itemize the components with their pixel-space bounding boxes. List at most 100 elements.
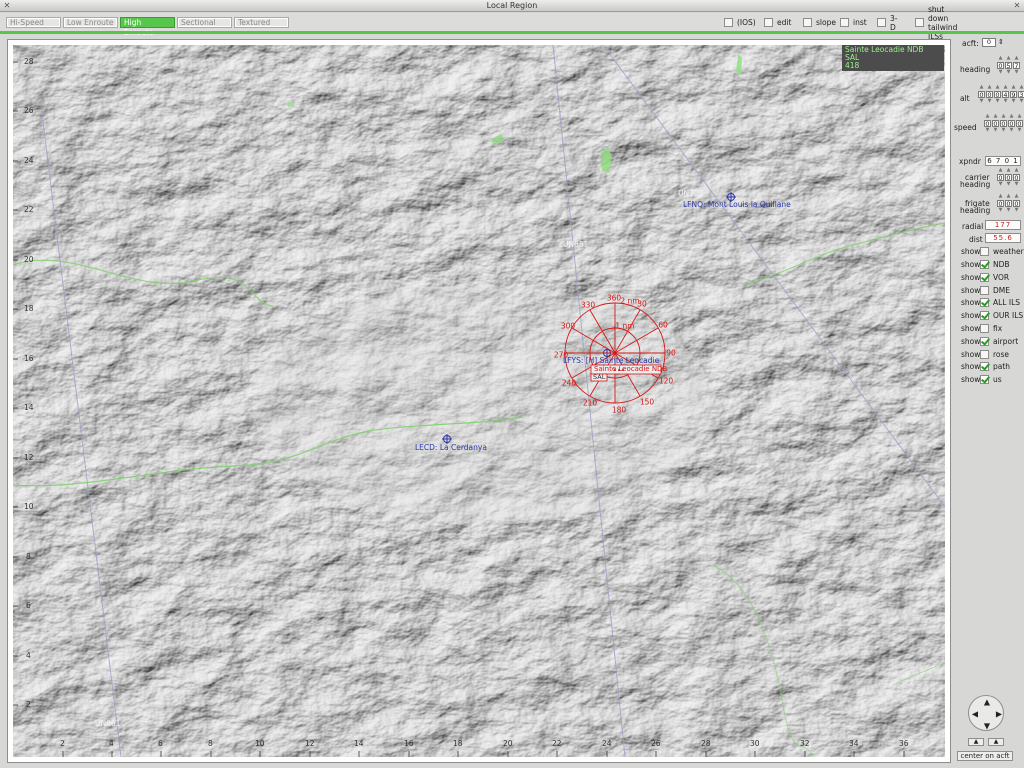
down-icon[interactable]: ▼ — [978, 99, 985, 104]
down-icon[interactable]: ▼ — [986, 99, 993, 104]
checkbox[interactable] — [915, 18, 924, 27]
down-icon[interactable]: ▼ — [1016, 128, 1023, 133]
xpndr-field[interactable]: 6 7 0 1 — [985, 156, 1021, 166]
close-icon-right[interactable]: ✕ — [1013, 2, 1021, 10]
down-icon[interactable]: ▼ — [1010, 99, 1017, 104]
show-path[interactable]: show path — [961, 361, 1010, 371]
up-icon[interactable]: ▲ — [1010, 85, 1017, 90]
checkbox-checked[interactable] — [980, 272, 989, 282]
show-weather[interactable]: show weather — [961, 246, 1024, 256]
show-vor[interactable]: show VOR — [961, 272, 1009, 282]
down-icon[interactable]: ▼ — [997, 70, 1004, 75]
pan-control[interactable]: ▲ ▼ ◀ ▶ — [968, 695, 1004, 731]
tab-sectional[interactable]: Sectional — [177, 17, 232, 28]
airport-label-lfys[interactable]: LFYS: [H] Sainte Leocadie — [563, 356, 659, 365]
up-icon[interactable]: ▲ — [1008, 114, 1015, 119]
acft-selector[interactable]: 0 — [982, 38, 996, 47]
toggle-inst[interactable]: inst — [840, 17, 867, 28]
checkbox-checked[interactable] — [980, 374, 989, 384]
up-icon[interactable]: ▲ — [1002, 85, 1009, 90]
up-icon[interactable]: ▲ — [1005, 56, 1012, 61]
airport-label-lfnq[interactable]: LFNQ: Mont Louis la Quillane — [683, 200, 791, 209]
up-icon[interactable]: ▲ — [997, 194, 1004, 199]
speed-stepper[interactable]: ▲ ▲ ▲ ▲ ▲ 0 0 0 0 0 ▼ ▼ ▼ ▼ ▼ — [984, 114, 1023, 133]
down-icon[interactable]: ▼ — [1000, 128, 1007, 133]
airport-label-lecd[interactable]: LECD: La Cerdanya — [415, 443, 487, 452]
up-icon[interactable]: ▲ — [994, 85, 1001, 90]
tab-hi-speed[interactable]: Hi-Speed — [6, 17, 61, 28]
up-icon[interactable]: ▲ — [1018, 85, 1024, 90]
down-icon[interactable]: ▼ — [997, 182, 1004, 187]
acft-spin-icon[interactable]: ⇕ — [998, 38, 1004, 46]
down-icon[interactable]: ▼ — [997, 208, 1004, 213]
ndb-label[interactable]: Sainte Leocadie NDB — [594, 365, 667, 373]
down-icon[interactable]: ▼ — [1005, 208, 1012, 213]
checkbox-checked[interactable] — [980, 259, 989, 269]
up-icon[interactable]: ▲ — [997, 56, 1004, 61]
checkbox[interactable] — [980, 323, 989, 333]
pan-up-icon[interactable]: ▲ — [984, 698, 990, 707]
show-all-ils[interactable]: show ALL ILS — [961, 297, 1020, 307]
checkbox[interactable] — [877, 18, 886, 27]
up-icon[interactable]: ▲ — [1005, 194, 1012, 199]
tab-low-enroute[interactable]: Low Enroute — [63, 17, 118, 28]
toggle-shut-down-tailwind-ils[interactable]: shut down tailwind ILSs — [915, 5, 957, 41]
down-icon[interactable]: ▼ — [1002, 99, 1009, 104]
down-icon[interactable]: ▼ — [1018, 99, 1024, 104]
up-icon[interactable]: ▲ — [1013, 194, 1020, 199]
up-icon[interactable]: ▲ — [978, 85, 985, 90]
checkbox[interactable] — [980, 349, 989, 359]
up-icon[interactable]: ▲ — [1000, 114, 1007, 119]
up-icon[interactable]: ▲ — [984, 114, 991, 119]
heading-stepper[interactable]: ▲ ▲ ▲ 0 5 7 ▼ ▼ ▼ — [997, 56, 1020, 75]
toggle-ios[interactable]: (IOS) — [724, 17, 756, 28]
pan-right-icon[interactable]: ▶ — [996, 710, 1002, 719]
down-icon[interactable]: ▼ — [1008, 128, 1015, 133]
up-icon[interactable]: ▲ — [1013, 56, 1020, 61]
show-rose[interactable]: show rose — [961, 349, 1009, 359]
tab-high-enroute[interactable]: High Enroute — [120, 17, 175, 37]
center-on-acft-button[interactable]: center on acft — [957, 751, 1013, 761]
down-icon[interactable]: ▼ — [1005, 70, 1012, 75]
show-ndb[interactable]: show NDB — [961, 259, 1010, 269]
checkbox[interactable] — [724, 18, 733, 27]
carrier-heading-stepper[interactable]: ▲ ▲ ▲ 0 0 0 ▼ ▼ ▼ — [997, 168, 1020, 187]
checkbox[interactable] — [840, 18, 849, 27]
down-icon[interactable]: ▼ — [1013, 70, 1020, 75]
pan-down-icon[interactable]: ▼ — [984, 722, 990, 731]
zoom-in-button[interactable]: ▲ — [988, 738, 1004, 746]
checkbox[interactable] — [980, 246, 989, 256]
toggle-slope[interactable]: slope — [803, 17, 836, 28]
checkbox-checked[interactable] — [980, 336, 989, 346]
show-our-ils[interactable]: show OUR ILS — [961, 310, 1023, 320]
show-fix[interactable]: show fix — [961, 323, 1002, 333]
up-icon[interactable]: ▲ — [986, 85, 993, 90]
up-icon[interactable]: ▲ — [1016, 114, 1023, 119]
show-us[interactable]: show us — [961, 374, 1002, 384]
checkbox[interactable] — [803, 18, 812, 27]
checkbox-checked[interactable] — [980, 310, 989, 320]
checkbox-checked[interactable] — [980, 297, 989, 307]
frigate-heading-stepper[interactable]: ▲ ▲ ▲ 0 0 0 ▼ ▼ ▼ — [997, 194, 1020, 213]
zoom-out-button[interactable]: ▲ — [968, 738, 984, 746]
down-icon[interactable]: ▼ — [984, 128, 991, 133]
down-icon[interactable]: ▼ — [1013, 208, 1020, 213]
down-icon[interactable]: ▼ — [992, 128, 999, 133]
down-icon[interactable]: ▼ — [1005, 182, 1012, 187]
toggle-3d[interactable]: 3-D — [877, 14, 897, 32]
up-icon[interactable]: ▲ — [1013, 168, 1020, 173]
down-icon[interactable]: ▼ — [994, 99, 1001, 104]
up-icon[interactable]: ▲ — [997, 168, 1004, 173]
terrain-map[interactable]: 28 26 24 22 20 18 16 14 12 10 8 6 4 2 2 … — [13, 45, 945, 757]
checkbox[interactable] — [764, 18, 773, 27]
show-dme[interactable]: show DME — [961, 285, 1010, 295]
up-icon[interactable]: ▲ — [1005, 168, 1012, 173]
pan-left-icon[interactable]: ◀ — [972, 710, 978, 719]
tab-textured[interactable]: Textured — [234, 17, 289, 28]
checkbox-checked[interactable] — [980, 361, 989, 371]
show-airport[interactable]: show airport — [961, 336, 1018, 346]
alt-stepper[interactable]: ▲ ▲ ▲ ▲ ▲ ▲ 0 0 0 4 9 3 ▼ ▼ ▼ ▼ ▼ ▼ — [978, 85, 1024, 104]
checkbox[interactable] — [980, 285, 989, 295]
up-icon[interactable]: ▲ — [992, 114, 999, 119]
down-icon[interactable]: ▼ — [1013, 182, 1020, 187]
